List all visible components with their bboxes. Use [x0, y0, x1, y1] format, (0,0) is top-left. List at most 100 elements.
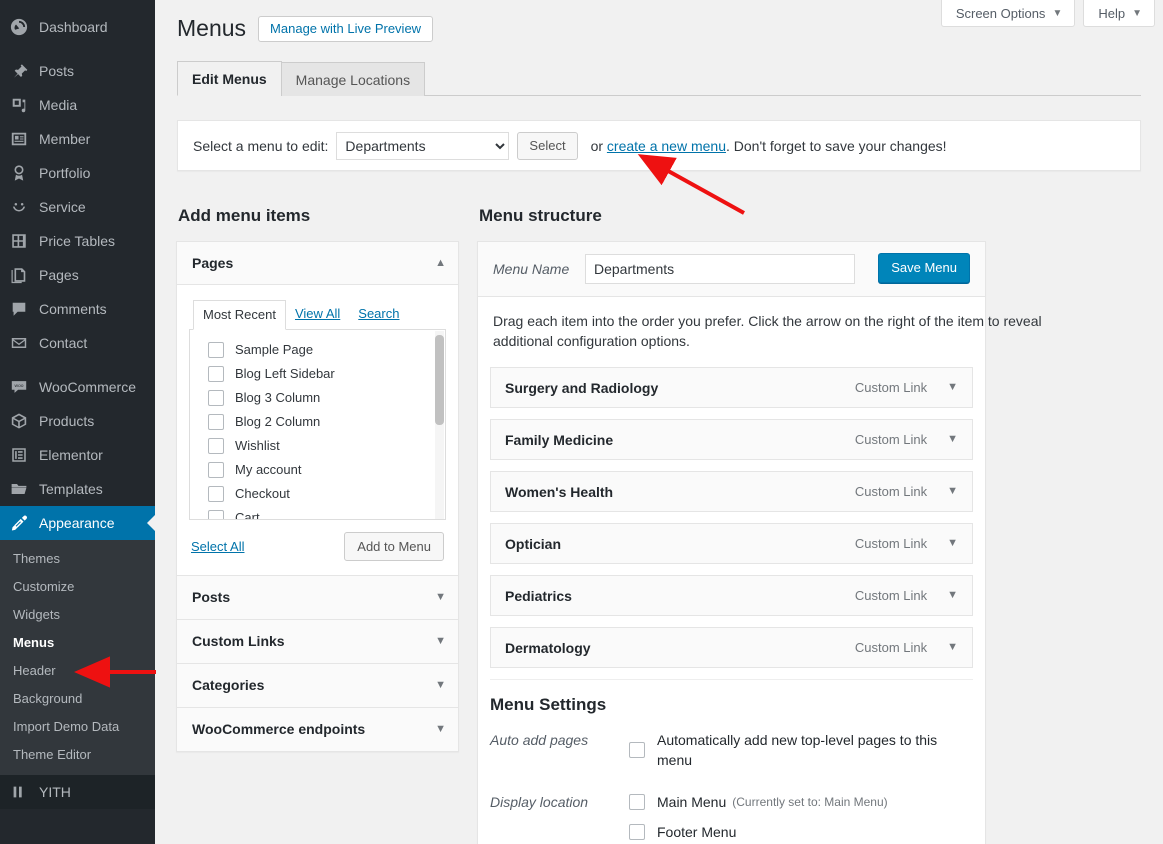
menu-select-dropdown[interactable]: Departments [336, 132, 509, 160]
select-all-link[interactable]: Select All [191, 539, 244, 554]
chevron-down-icon[interactable]: ▼ [435, 680, 446, 691]
elementor-icon [9, 445, 29, 465]
inner-tab-search[interactable]: Search [349, 300, 408, 330]
sidebar-item-contact[interactable]: Contact [0, 326, 155, 360]
chevron-down-icon[interactable]: ▼ [947, 590, 958, 601]
manage-with-live-preview-button[interactable]: Manage with Live Preview [258, 16, 433, 42]
submenu-item-widgets[interactable]: Widgets [0, 601, 155, 629]
list-item[interactable]: Sample Page [190, 338, 445, 362]
submenu-item-customize[interactable]: Customize [0, 573, 155, 601]
accordion-header-pages[interactable]: Pages ▲ [177, 242, 458, 285]
checkbox[interactable] [208, 366, 224, 382]
chevron-down-icon[interactable]: ▼ [435, 592, 446, 603]
checkbox[interactable] [208, 486, 224, 502]
accordion-header-categories[interactable]: Categories ▼ [177, 664, 458, 707]
submenu-item-header[interactable]: Header [0, 657, 155, 685]
location-option-main-menu[interactable]: Main Menu (Currently set to: Main Menu) [629, 792, 970, 812]
sidebar-item-templates[interactable]: Templates [0, 472, 155, 506]
checkbox[interactable] [208, 414, 224, 430]
accordion-title: Posts [192, 588, 230, 607]
list-item[interactable]: My account [190, 458, 445, 482]
sidebar-item-posts[interactable]: Posts [0, 54, 155, 88]
chevron-down-icon[interactable]: ▼ [947, 538, 958, 549]
menu-item-title: Dermatology [505, 640, 591, 656]
chevron-down-icon[interactable]: ▼ [435, 636, 446, 647]
list-item[interactable]: Cart [190, 506, 445, 520]
sidebar-item-member[interactable]: Member [0, 122, 155, 156]
list-item[interactable]: Blog Left Sidebar [190, 362, 445, 386]
create-a-new-menu-link[interactable]: create a new menu [607, 138, 726, 154]
menu-item[interactable]: Dermatology Custom Link ▼ [490, 627, 973, 668]
add-to-menu-button[interactable]: Add to Menu [344, 532, 444, 561]
chevron-down-icon[interactable]: ▼ [947, 486, 958, 497]
inner-tab-view-all[interactable]: View All [286, 300, 349, 330]
list-item-label: Blog 2 Column [235, 412, 320, 432]
sidebar-item-service[interactable]: Service [0, 190, 155, 224]
chevron-down-icon[interactable]: ▼ [947, 382, 958, 393]
screen-options-button[interactable]: Screen Options ▼ [941, 0, 1076, 27]
chevron-down-icon[interactable]: ▼ [947, 434, 958, 445]
chevron-down-icon[interactable]: ▼ [947, 642, 958, 653]
accordion-header-custom-links[interactable]: Custom Links ▼ [177, 620, 458, 663]
menu-item[interactable]: Surgery and Radiology Custom Link ▼ [490, 367, 973, 408]
sidebar-item-woocommerce[interactable]: woo WooCommerce [0, 370, 155, 404]
sidebar-item-portfolio[interactable]: Portfolio [0, 156, 155, 190]
accordion-header-posts[interactable]: Posts ▼ [177, 576, 458, 619]
submenu-item-themes[interactable]: Themes [0, 545, 155, 573]
sidebar-item-appearance[interactable]: Appearance [0, 506, 155, 540]
checkbox[interactable] [208, 462, 224, 478]
save-menu-button[interactable]: Save Menu [878, 253, 970, 283]
chevron-up-icon[interactable]: ▲ [435, 258, 446, 269]
menu-item[interactable]: Women's Health Custom Link ▼ [490, 471, 973, 512]
checkbox[interactable] [208, 390, 224, 406]
checkbox[interactable] [208, 510, 224, 520]
submenu-item-import-demo-data[interactable]: Import Demo Data [0, 713, 155, 741]
sidebar-item-dashboard[interactable]: Dashboard [0, 10, 155, 44]
menu-item-meta: Custom Link ▼ [855, 484, 958, 499]
help-label: Help [1098, 0, 1125, 27]
tab-edit-menus[interactable]: Edit Menus [177, 61, 282, 96]
sidebar-item-media[interactable]: Media [0, 88, 155, 122]
list-item[interactable]: Blog 3 Column [190, 386, 445, 410]
submenu-item-theme-editor[interactable]: Theme Editor [0, 741, 155, 769]
menu-item[interactable]: Family Medicine Custom Link ▼ [490, 419, 973, 460]
chevron-down-icon[interactable]: ▼ [435, 724, 446, 735]
sidebar-item-yith[interactable]: YITH [0, 775, 155, 809]
list-item[interactable]: Wishlist [190, 434, 445, 458]
menu-item[interactable]: Pediatrics Custom Link ▼ [490, 575, 973, 616]
checkbox[interactable] [629, 742, 645, 758]
help-button[interactable]: Help ▼ [1083, 0, 1155, 27]
sidebar-item-comments[interactable]: Comments [0, 292, 155, 326]
grid-icon [9, 231, 29, 251]
location-option-footer-menu[interactable]: Footer Menu [629, 822, 970, 842]
pages-checkbox-list[interactable]: Sample Page Blog Left Sidebar Blog 3 Col… [189, 330, 446, 520]
accordion-section-custom-links: Custom Links ▼ [177, 620, 458, 664]
checkbox[interactable] [629, 794, 645, 810]
accordion-section-pages: Pages ▲ Most Recent View All Search S [177, 242, 458, 576]
menu-name-input[interactable] [585, 254, 855, 284]
sidebar-item-price-tables[interactable]: Price Tables [0, 224, 155, 258]
tab-manage-locations[interactable]: Manage Locations [281, 62, 425, 96]
inner-tab-most-recent[interactable]: Most Recent [193, 300, 286, 330]
auto-add-pages-option[interactable]: Automatically add new top-level pages to… [629, 730, 970, 770]
list-scrollbar[interactable] [435, 331, 444, 519]
sidebar-item-products[interactable]: Products [0, 404, 155, 438]
submenu-item-menus[interactable]: Menus [0, 629, 155, 657]
select-button[interactable]: Select [517, 132, 577, 160]
menu-settings: Menu Settings Auto add pages Automatical… [478, 680, 985, 844]
submenu-item-background[interactable]: Background [0, 685, 155, 713]
list-item[interactable]: Blog 2 Column [190, 410, 445, 434]
accordion-header-woocommerce-endpoints[interactable]: WooCommerce endpoints ▼ [177, 708, 458, 751]
sidebar-item-pages[interactable]: Pages [0, 258, 155, 292]
auto-add-pages-options: Automatically add new top-level pages to… [629, 730, 970, 780]
scrollbar-thumb[interactable] [435, 335, 444, 425]
menu-item-meta: Custom Link ▼ [855, 640, 958, 655]
checkbox[interactable] [629, 824, 645, 840]
sidebar-item-elementor[interactable]: Elementor [0, 438, 155, 472]
checkbox[interactable] [208, 342, 224, 358]
checkbox[interactable] [208, 438, 224, 454]
sidebar-item-label: Contact [39, 326, 87, 360]
menu-item[interactable]: Optician Custom Link ▼ [490, 523, 973, 564]
list-item[interactable]: Checkout [190, 482, 445, 506]
pages-inner-tabs: Most Recent View All Search [189, 300, 446, 330]
